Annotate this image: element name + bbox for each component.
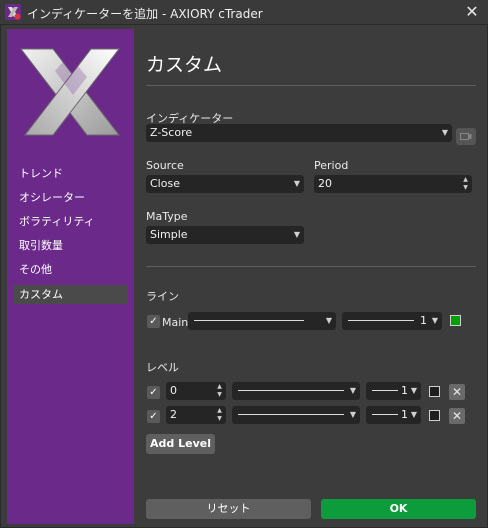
level-value: 0 — [170, 384, 177, 397]
dialog-window: トレンド オシレーター ボラティリティ 取引数量 その他 カスタム カスタム イ… — [0, 24, 488, 528]
main-line-width-dropdown[interactable]: 1 ▼ — [342, 312, 442, 330]
sidebar-item-custom[interactable]: カスタム — [13, 285, 128, 304]
axiory-logo-icon — [19, 48, 121, 136]
chevron-down-icon: ▼ — [410, 410, 417, 419]
add-level-button[interactable]: Add Level — [146, 434, 215, 454]
level-value: 2 — [170, 408, 177, 421]
lines-label: ライン — [146, 290, 179, 303]
level-line-style-dropdown[interactable]: ▼ — [232, 382, 360, 400]
level-color-swatch[interactable] — [429, 410, 440, 421]
chevron-down-icon: ▼ — [293, 230, 300, 239]
window-title: インディケーターを追加 - AXIORY cTrader — [27, 7, 263, 21]
line-width-sample — [372, 390, 398, 391]
level-checkbox[interactable]: ✓ — [147, 410, 160, 423]
chevron-down-icon: ▼ — [441, 128, 448, 137]
line-width-sample — [372, 414, 398, 415]
level-checkbox[interactable]: ✓ — [147, 386, 160, 399]
period-label: Period — [314, 159, 349, 172]
main-line-style-dropdown[interactable]: ▼ — [188, 312, 336, 330]
app-logo-icon — [5, 4, 21, 20]
level-width-dropdown[interactable]: 1 ▼ — [366, 382, 421, 400]
reset-button[interactable]: リセット — [146, 499, 311, 519]
line-width-sample — [348, 320, 414, 321]
level-width-dropdown[interactable]: 1 ▼ — [366, 406, 421, 424]
matype-value: Simple — [150, 228, 188, 241]
indicator-dropdown[interactable]: Z-Score ▼ — [146, 124, 452, 142]
period-value: 20 — [318, 177, 332, 190]
sidebar-item-volatility[interactable]: ボラティリティ — [13, 212, 128, 231]
line-style-sample — [194, 320, 304, 321]
indicator-value: Z-Score — [150, 126, 193, 139]
spin-arrows-icon[interactable]: ▲ ▼ — [216, 407, 223, 423]
source-dropdown[interactable]: Close ▼ — [146, 175, 304, 193]
divider — [146, 266, 476, 267]
source-label: Source — [146, 159, 184, 172]
close-icon[interactable]: ✕ — [462, 2, 482, 22]
main-line-label: Main — [162, 316, 189, 329]
level-line-style-dropdown[interactable]: ▼ — [232, 406, 360, 424]
period-stepper[interactable]: 20 ▲ ▼ — [314, 175, 472, 193]
matype-label: MaType — [146, 210, 188, 223]
line-style-sample — [238, 414, 344, 415]
spin-arrows-icon[interactable]: ▲ ▼ — [216, 383, 223, 399]
chevron-down-icon: ▼ — [431, 316, 438, 325]
remove-level-icon[interactable]: ✕ — [449, 408, 465, 424]
chevron-down-icon: ▼ — [410, 386, 417, 395]
spin-arrows-icon[interactable]: ▲ ▼ — [462, 176, 469, 192]
main-panel: カスタム インディケーター Z-Score ▼ Source Close ▼ P… — [146, 25, 476, 528]
main-line-checkbox[interactable]: ✓ — [147, 315, 160, 328]
ok-button[interactable]: OK — [321, 499, 476, 519]
sidebar-item-oscillator[interactable]: オシレーター — [13, 188, 128, 207]
levels-label: レベル — [146, 361, 179, 374]
level-width-value: 1 — [401, 384, 408, 397]
camera-icon — [460, 133, 472, 140]
remove-level-icon[interactable]: ✕ — [449, 384, 465, 400]
sidebar-item-volume[interactable]: 取引数量 — [13, 236, 128, 255]
main-line-color-swatch[interactable] — [450, 315, 461, 326]
page-title: カスタム — [146, 54, 223, 76]
source-value: Close — [150, 177, 180, 190]
chevron-down-icon: ▼ — [293, 179, 300, 188]
title-bar: インディケーターを追加 - AXIORY cTrader ✕ — [0, 0, 488, 24]
sidebar-item-other[interactable]: その他 — [13, 260, 128, 279]
line-style-sample — [238, 390, 344, 391]
divider — [146, 85, 476, 86]
chevron-down-icon: ▼ — [349, 410, 356, 419]
sidebar-item-trend[interactable]: トレンド — [13, 164, 128, 183]
level-width-value: 1 — [401, 408, 408, 421]
chevron-down-icon: ▼ — [349, 386, 356, 395]
level-value-stepper[interactable]: 0 ▲ ▼ — [166, 382, 226, 400]
matype-dropdown[interactable]: Simple ▼ — [146, 226, 304, 244]
sidebar: トレンド オシレーター ボラティリティ 取引数量 その他 カスタム — [7, 29, 134, 524]
level-value-stepper[interactable]: 2 ▲ ▼ — [166, 406, 226, 424]
camera-button[interactable] — [456, 128, 476, 145]
main-line-width-value: 1 — [420, 314, 427, 327]
chevron-down-icon: ▼ — [325, 316, 332, 325]
level-color-swatch[interactable] — [429, 386, 440, 397]
